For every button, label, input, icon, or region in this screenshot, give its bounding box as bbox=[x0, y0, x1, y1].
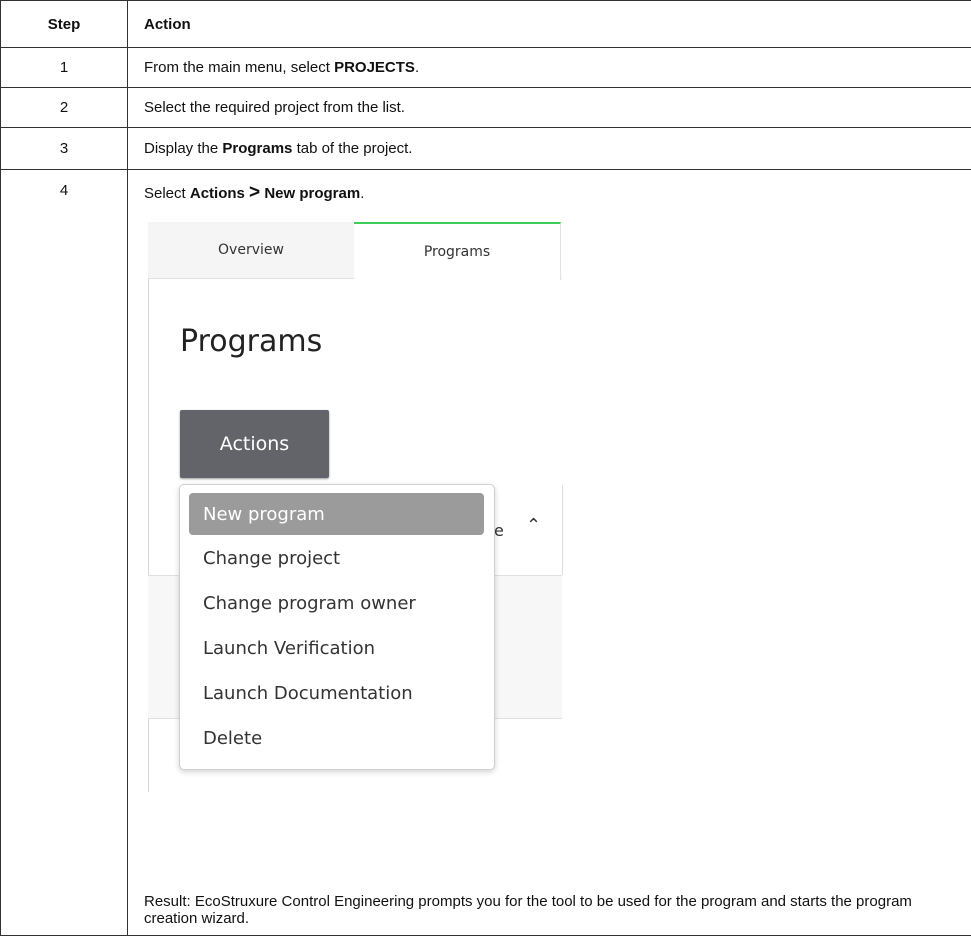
ui-term: Actions bbox=[189, 185, 245, 202]
action-header: Action bbox=[127, 0, 971, 48]
step-action: Select the required project from the lis… bbox=[127, 87, 971, 128]
step-action: Select Actions > New program. Overview P… bbox=[127, 169, 971, 936]
actions-dropdown-menu: New program Change project Change progra… bbox=[179, 484, 495, 770]
actions-button[interactable]: Actions bbox=[180, 410, 329, 478]
header-row: Step Action bbox=[0, 0, 971, 48]
ui-term: Programs bbox=[222, 140, 293, 157]
step-action: From the main menu, select PROJECTS. bbox=[127, 47, 971, 88]
result-text: Result: EcoStruxure Control Engineering … bbox=[144, 893, 912, 927]
chevron-up-icon[interactable]: ⌃ bbox=[526, 515, 541, 536]
ui-term: New program bbox=[264, 185, 361, 202]
table-row: 4 Select Actions > New program. Overview… bbox=[0, 169, 971, 936]
embedded-screenshot: Overview Programs Programs Actions e ⌃ N… bbox=[148, 222, 578, 794]
ui-term: PROJECTS bbox=[334, 59, 415, 76]
menu-item-new-program[interactable]: New program bbox=[189, 493, 484, 535]
menu-item-change-project[interactable]: Change project bbox=[189, 537, 484, 579]
column-divider bbox=[562, 485, 563, 575]
step-number: 3 bbox=[0, 127, 128, 170]
column-header-fragment: e bbox=[494, 521, 504, 540]
step-number: 4 bbox=[0, 169, 128, 936]
page-title: Programs bbox=[180, 324, 323, 359]
table-row: 2 Select the required project from the l… bbox=[0, 87, 971, 128]
tab-overview[interactable]: Overview bbox=[148, 222, 355, 278]
step-4-instruction: Select Actions > New program. bbox=[144, 182, 365, 203]
step-action: Display the Programs tab of the project. bbox=[127, 127, 971, 170]
table-row: 1 From the main menu, select PROJECTS. bbox=[0, 47, 971, 88]
menu-item-launch-documentation[interactable]: Launch Documentation bbox=[189, 672, 484, 714]
step-header: Step bbox=[0, 0, 128, 48]
tab-programs[interactable]: Programs bbox=[354, 222, 561, 280]
menu-path-separator: > bbox=[249, 182, 261, 203]
menu-item-delete[interactable]: Delete bbox=[189, 717, 484, 759]
menu-item-change-program-owner[interactable]: Change program owner bbox=[189, 582, 484, 624]
step-number: 1 bbox=[0, 47, 128, 88]
table-row: 3 Display the Programs tab of the projec… bbox=[0, 127, 971, 170]
step-number: 2 bbox=[0, 87, 128, 128]
procedure-table: Step Action 1 From the main menu, select… bbox=[0, 0, 971, 936]
tab-bar: Overview Programs bbox=[148, 222, 562, 280]
menu-item-launch-verification[interactable]: Launch Verification bbox=[189, 627, 484, 669]
